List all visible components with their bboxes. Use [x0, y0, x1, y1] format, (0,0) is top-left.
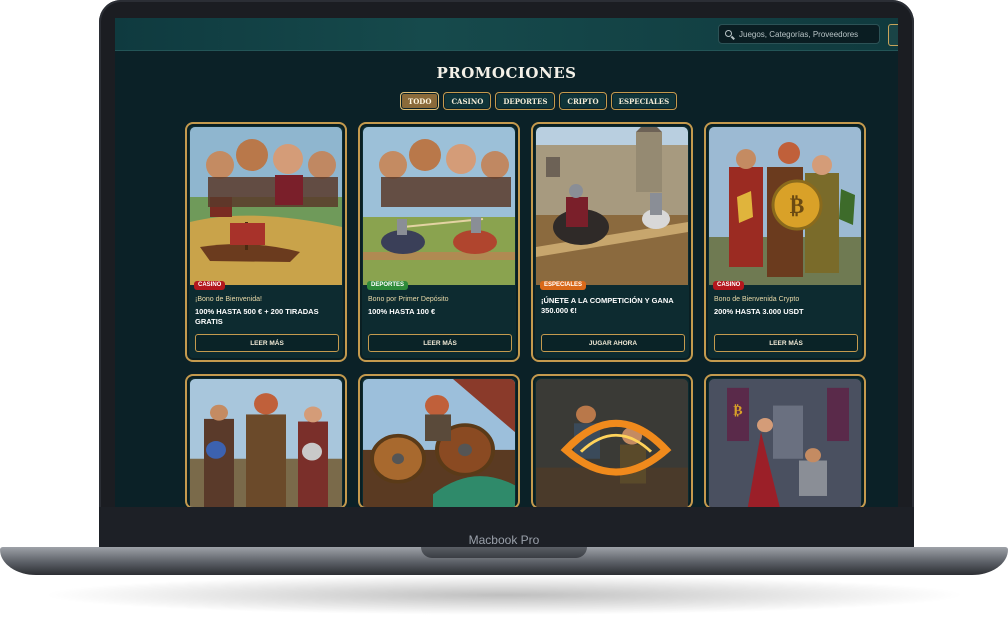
header-action-button[interactable]: [888, 24, 898, 46]
tab-deportes[interactable]: DEPORTES: [495, 92, 556, 110]
tab-casino[interactable]: CASINO: [443, 92, 492, 110]
promo-image-vikings-ship: [190, 127, 342, 285]
read-more-button[interactable]: LEER MÁS: [195, 334, 339, 352]
promo-title: 100% HASTA 500 € + 200 TIRADAS GRATIS: [195, 307, 319, 326]
page-title: PROMOCIONES: [436, 64, 577, 82]
promo-title: 200% HASTA 3.000 USDT: [714, 307, 804, 316]
promo-image-viking-shields: [363, 379, 515, 507]
category-badge: CASINO: [194, 281, 226, 290]
read-more-button[interactable]: LEER MÁS: [714, 334, 858, 352]
promo-card[interactable]: ₿: [704, 374, 866, 507]
category-tabs: TODO CASINO DEPORTES CRIPTO ESPECIALES: [400, 92, 678, 112]
laptop-shadow: [40, 575, 968, 615]
promo-card[interactable]: ₿ CASINO Bono de Bienvenida Crypto 200% …: [704, 122, 866, 362]
play-now-button[interactable]: JUGAR AHORA: [541, 334, 685, 352]
promo-card[interactable]: DEPORTES Bono por Primer Depósito 100% H…: [358, 122, 520, 362]
search-icon: [725, 30, 732, 37]
promo-card[interactable]: [185, 374, 347, 507]
tab-todo[interactable]: TODO: [400, 92, 440, 110]
device-model-label: Macbook Pro: [468, 533, 540, 547]
search-input[interactable]: [737, 28, 879, 40]
laptop-notch: [421, 547, 587, 558]
promo-image-throne-hall: ₿: [709, 379, 861, 507]
promo-subtitle: Bono de Bienvenida Crypto: [714, 296, 800, 303]
promotions-grid: CASINO ¡Bono de Bienvenida! 100% HASTA 5…: [185, 122, 866, 507]
promo-subtitle: Bono por Primer Depósito: [368, 296, 449, 303]
promo-subtitle: ¡Bono de Bienvenida!: [195, 296, 262, 303]
screen: PROMOCIONES TODO CASINO DEPORTES CRIPTO …: [115, 18, 898, 507]
promo-card[interactable]: [358, 374, 520, 507]
promo-card[interactable]: ESPECIALES ¡ÚNETE A LA COMPETICIÓN Y GAN…: [531, 122, 693, 362]
promo-image-fire-duel: [536, 379, 688, 507]
promo-card[interactable]: [531, 374, 693, 507]
promo-image-castle-knights: [536, 127, 688, 285]
category-badge: ESPECIALES: [540, 281, 587, 290]
promo-card[interactable]: CASINO ¡Bono de Bienvenida! 100% HASTA 5…: [185, 122, 347, 362]
promo-title: 100% HASTA 100 €: [368, 307, 436, 316]
category-badge: CASINO: [713, 281, 745, 290]
search-bar[interactable]: [718, 24, 880, 44]
site-header: [115, 18, 898, 51]
category-badge: DEPORTES: [367, 281, 409, 290]
read-more-button[interactable]: LEER MÁS: [368, 334, 512, 352]
tab-cripto[interactable]: CRIPTO: [559, 92, 607, 110]
svg-text:₿: ₿: [733, 404, 743, 418]
svg-text:₿: ₿: [790, 194, 805, 219]
promo-image-trophy-heroes: [190, 379, 342, 507]
promo-title: ¡ÚNETE A LA COMPETICIÓN Y GANA 350.000 €…: [541, 296, 674, 315]
tab-especiales[interactable]: ESPECIALES: [610, 92, 678, 110]
promo-image-joust: [363, 127, 515, 285]
promo-image-crypto-shields: ₿: [709, 127, 861, 285]
